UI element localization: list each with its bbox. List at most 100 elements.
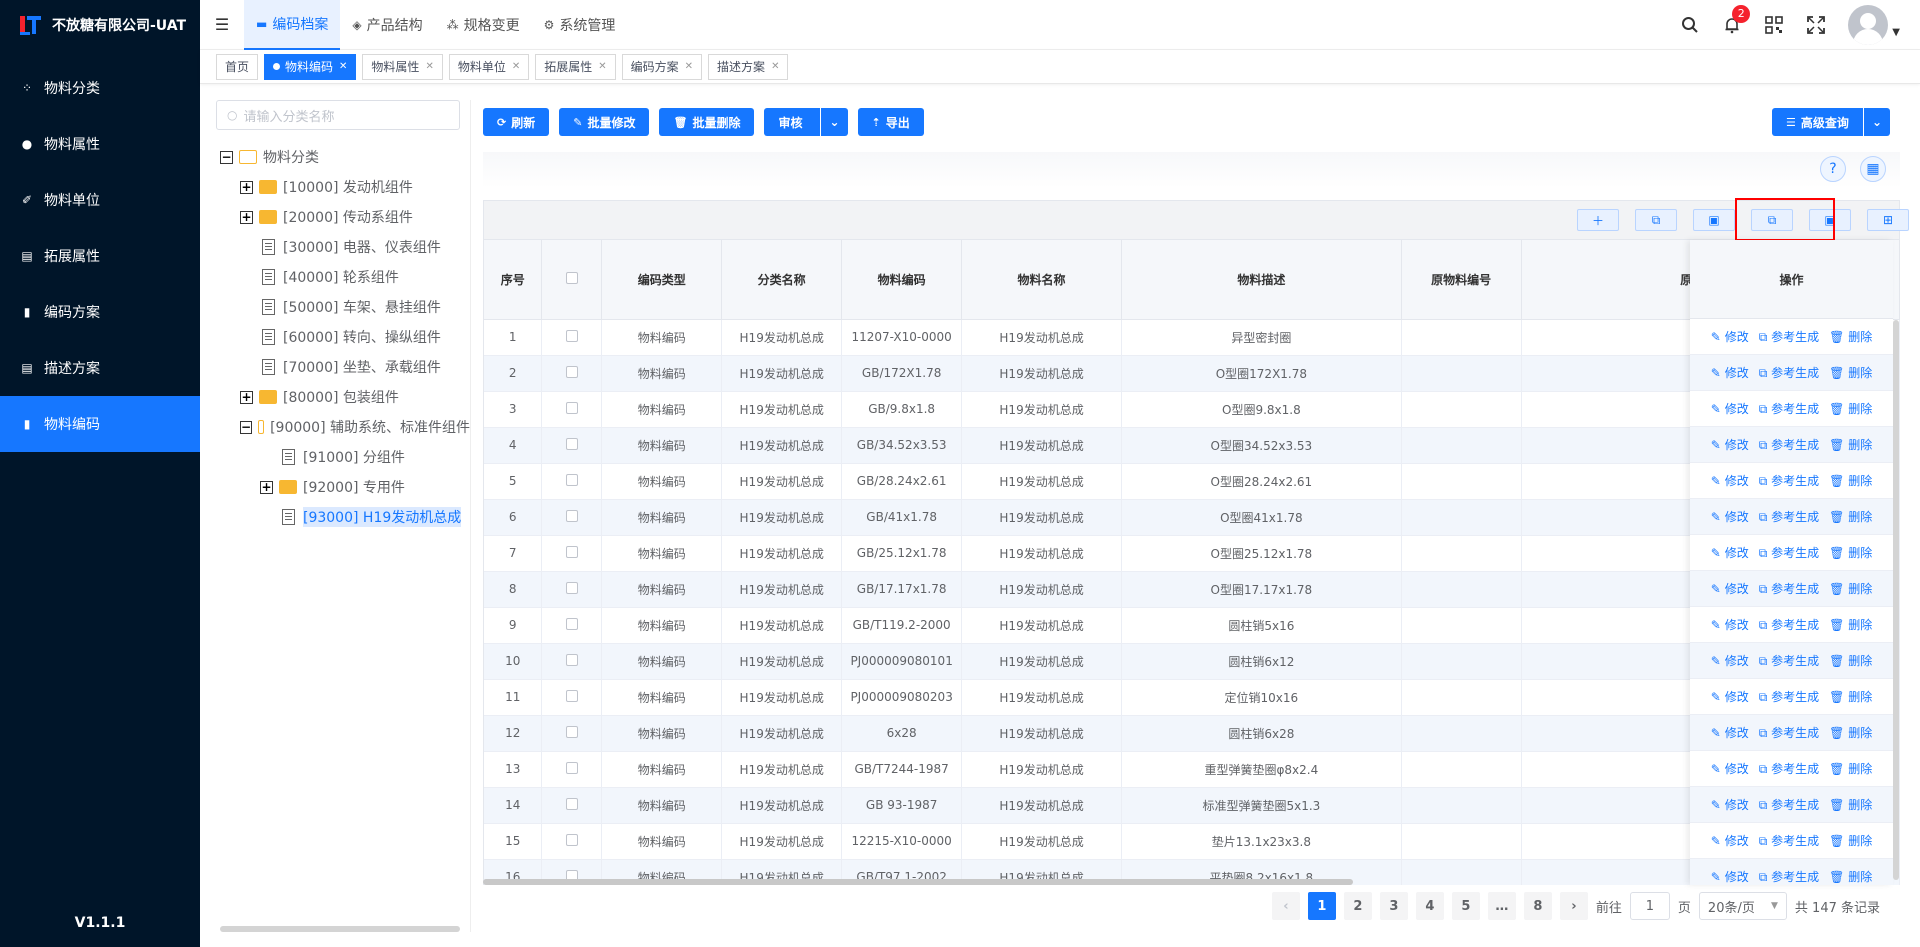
edit-link[interactable]: ✎ 修改 bbox=[1711, 436, 1749, 453]
reference-generate-link[interactable]: ⧉ 参考生成 bbox=[1759, 580, 1819, 597]
page-button[interactable]: 8 bbox=[1523, 892, 1552, 920]
reference-generate-link[interactable]: ⧉ 参考生成 bbox=[1759, 544, 1819, 561]
tree-node[interactable]: [60000] 转向、操纵组件 bbox=[216, 322, 470, 352]
tag-6[interactable]: 描述方案 ✕ bbox=[708, 53, 789, 80]
row-checkbox-cell[interactable] bbox=[541, 319, 603, 356]
tree-node[interactable]: [30000] 电器、仪表组件 bbox=[216, 232, 470, 262]
page-button[interactable]: 2 bbox=[1343, 892, 1372, 920]
reference-generate-link[interactable]: ⧉ 参考生成 bbox=[1759, 364, 1819, 381]
page-button[interactable]: 1 bbox=[1307, 892, 1336, 920]
tag-3[interactable]: 物料单位 ✕ bbox=[448, 53, 530, 80]
tag-4[interactable]: 拓展属性 ✕ bbox=[535, 53, 616, 80]
close-icon[interactable]: ✕ bbox=[425, 61, 433, 72]
tree-node[interactable]: − [90000] 辅助系统、标准件组件 bbox=[216, 412, 470, 442]
table-row[interactable]: 9 物料编码 H19发动机总成 GB/T119.2-2000 H19发动机总成 圆柱销5x… bbox=[484, 607, 1900, 644]
row-checkbox[interactable] bbox=[565, 545, 578, 558]
table-horizontal-scrollbar[interactable] bbox=[483, 879, 1353, 885]
row-checkbox-cell[interactable] bbox=[541, 679, 603, 716]
tree-node[interactable]: − 物料分类 bbox=[216, 142, 470, 172]
delete-link[interactable]: 🗑 删除 bbox=[1829, 436, 1872, 453]
refresh-button[interactable]: ⟳ 刷新 bbox=[483, 108, 550, 136]
expand-icon[interactable]: + bbox=[240, 390, 253, 404]
tree-node[interactable]: + [20000] 传动系组件 bbox=[216, 202, 470, 232]
edit-link[interactable]: ✎ 修改 bbox=[1711, 796, 1749, 813]
reference-generate-link[interactable]: ⧉ 参考生成 bbox=[1759, 436, 1819, 453]
expand-icon[interactable]: + bbox=[260, 480, 273, 494]
row-checkbox-cell[interactable] bbox=[541, 715, 603, 752]
edit-link[interactable]: ✎ 修改 bbox=[1711, 400, 1749, 417]
close-icon[interactable]: ✕ bbox=[771, 61, 779, 72]
tag-2[interactable]: 物料属性 ✕ bbox=[362, 53, 443, 80]
plus-icon[interactable]: ＋ bbox=[1577, 209, 1619, 231]
delete-link[interactable]: 🗑 删除 bbox=[1829, 544, 1872, 561]
row-checkbox[interactable] bbox=[565, 617, 578, 630]
row-checkbox[interactable] bbox=[565, 797, 578, 810]
delete-link[interactable]: 🗑 删除 bbox=[1829, 832, 1872, 849]
select-all-checkbox[interactable] bbox=[565, 271, 578, 284]
table-row[interactable]: 5 物料编码 H19发动机总成 GB/28.24x2.61 H19发动机总成 O型圈28.… bbox=[484, 463, 1900, 500]
edit-link[interactable]: ✎ 修改 bbox=[1711, 724, 1749, 741]
tree-node[interactable]: + [92000] 专用件 bbox=[216, 472, 470, 502]
delete-link[interactable]: 🗑 删除 bbox=[1829, 472, 1872, 489]
chevron-down-icon[interactable]: ⌄ bbox=[1863, 108, 1890, 136]
table-row[interactable]: 14 物料编码 H19发动机总成 GB 93-1987 H19发动机总成 标准型弹簧垫圈5… bbox=[484, 787, 1900, 824]
table-row[interactable]: 7 物料编码 H19发动机总成 GB/25.12x1.78 H19发动机总成 O型圈25.… bbox=[484, 535, 1900, 572]
page-button[interactable]: 5 bbox=[1451, 892, 1480, 920]
export-button[interactable]: ⇡ 导出 bbox=[857, 108, 924, 136]
expand-icon[interactable]: + bbox=[240, 210, 253, 224]
close-icon[interactable]: ✕ bbox=[685, 61, 693, 72]
delete-link[interactable]: 🗑 删除 bbox=[1829, 364, 1872, 381]
tree-node[interactable]: [91000] 分组件 bbox=[216, 442, 470, 472]
row-checkbox[interactable] bbox=[565, 761, 578, 774]
goto-page-input[interactable]: 1 bbox=[1629, 892, 1670, 920]
row-checkbox[interactable] bbox=[565, 725, 578, 738]
batch-delete-button[interactable]: 🗑 批量删除 bbox=[659, 108, 755, 136]
reference-generate-link[interactable]: ⧉ 参考生成 bbox=[1759, 724, 1819, 741]
row-checkbox[interactable] bbox=[565, 329, 578, 342]
row-checkbox-cell[interactable] bbox=[541, 535, 603, 572]
calculator-icon[interactable]: ▦ bbox=[1860, 156, 1886, 182]
row-checkbox[interactable] bbox=[565, 473, 578, 486]
row-checkbox-cell[interactable] bbox=[541, 643, 603, 680]
table-row[interactable]: 13 物料编码 H19发动机总成 GB/T7244-1987 H19发动机总成 重型弹簧垫… bbox=[484, 751, 1900, 788]
table-row[interactable]: 2 物料编码 H19发动机总成 GB/172X1.78 H19发动机总成 O型圈172X1… bbox=[484, 355, 1900, 392]
delete-link[interactable]: 🗑 删除 bbox=[1829, 868, 1872, 885]
row-checkbox[interactable] bbox=[565, 401, 578, 414]
tree-node[interactable]: + [10000] 发动机组件 bbox=[216, 172, 470, 202]
edit-link[interactable]: ✎ 修改 bbox=[1711, 580, 1749, 597]
qrcode-icon[interactable] bbox=[1764, 15, 1784, 35]
table-row[interactable]: 6 物料编码 H19发动机总成 GB/41x1.78 H19发动机总成 O型圈41x1.7… bbox=[484, 499, 1900, 536]
row-checkbox[interactable] bbox=[565, 833, 578, 846]
tree-horizontal-scrollbar[interactable] bbox=[220, 926, 460, 932]
edit-link[interactable]: ✎ 修改 bbox=[1711, 688, 1749, 705]
sidebar-item-5[interactable]: ▤ 描述方案 bbox=[0, 340, 200, 396]
row-checkbox-cell[interactable] bbox=[541, 787, 603, 824]
advanced-query-button[interactable]: ☰ 高级查询 bbox=[1772, 108, 1863, 136]
row-checkbox-cell[interactable] bbox=[541, 499, 603, 536]
select-all-checkbox-cell[interactable] bbox=[541, 240, 603, 320]
reference-generate-link[interactable]: ⧉ 参考生成 bbox=[1759, 796, 1819, 813]
delete-link[interactable]: 🗑 删除 bbox=[1829, 328, 1872, 345]
reference-generate-link[interactable]: ⧉ 参考生成 bbox=[1759, 508, 1819, 525]
reference-generate-link[interactable]: ⧉ 参考生成 bbox=[1759, 688, 1819, 705]
expand-icon[interactable]: + bbox=[240, 180, 253, 194]
edit-link[interactable]: ✎ 修改 bbox=[1711, 868, 1749, 885]
row-checkbox[interactable] bbox=[565, 653, 578, 666]
delete-link[interactable]: 🗑 删除 bbox=[1829, 616, 1872, 633]
tree-search-input[interactable]: ○ 请输入分类名称 bbox=[216, 100, 460, 130]
next-page-icon[interactable]: › bbox=[1559, 892, 1588, 920]
delete-link[interactable]: 🗑 删除 bbox=[1829, 652, 1872, 669]
row-checkbox-cell[interactable] bbox=[541, 607, 603, 644]
tree-node[interactable]: [70000] 坐垫、承载组件 bbox=[216, 352, 470, 382]
row-checkbox-cell[interactable] bbox=[541, 355, 603, 392]
delete-link[interactable]: 🗑 删除 bbox=[1829, 688, 1872, 705]
delete-link[interactable]: 🗑 删除 bbox=[1829, 796, 1872, 813]
reference-generate-link[interactable]: ⧉ 参考生成 bbox=[1759, 400, 1819, 417]
tree-node[interactable]: + [80000] 包装组件 bbox=[216, 382, 470, 412]
row-checkbox-cell[interactable] bbox=[541, 391, 603, 428]
close-icon[interactable]: ✕ bbox=[512, 61, 520, 72]
tag-1[interactable]: 物料编码 ✕ bbox=[264, 53, 357, 80]
row-checkbox[interactable] bbox=[565, 581, 578, 594]
chevron-down-icon[interactable]: ▼ bbox=[1892, 27, 1900, 38]
sidebar-item-4[interactable]: ▮ 编码方案 bbox=[0, 284, 200, 340]
